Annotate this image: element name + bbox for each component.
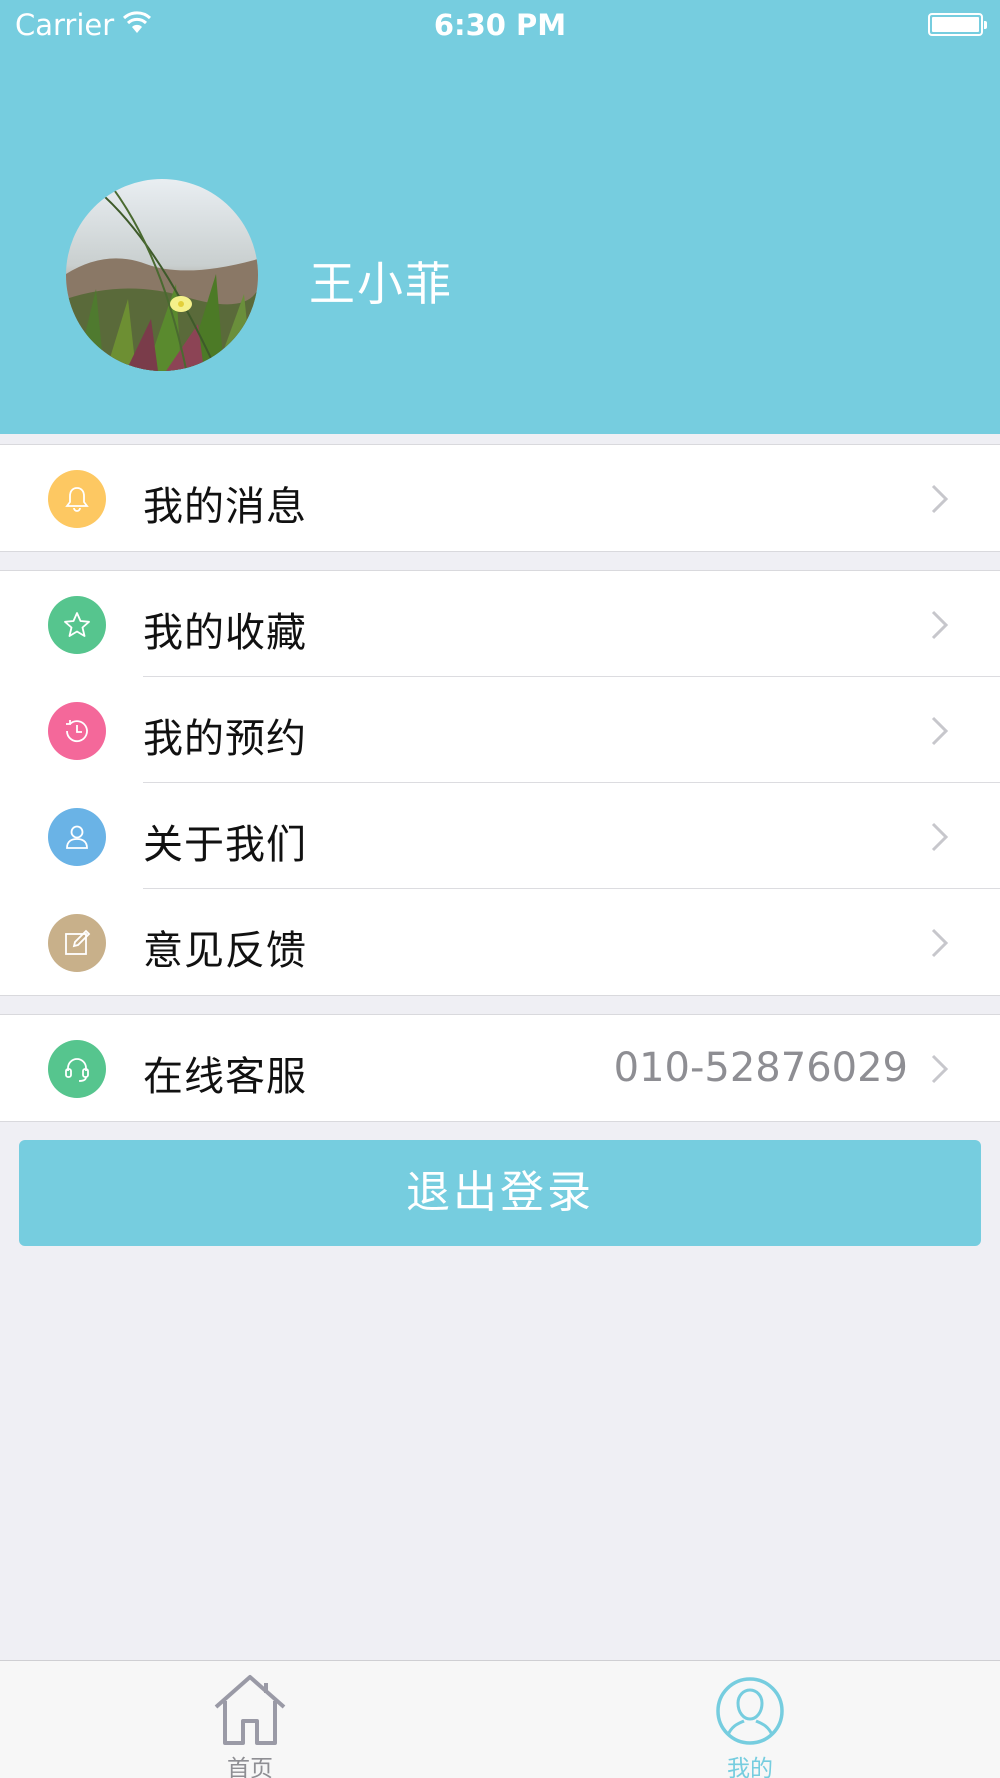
status-time: 6:30 PM [433,8,567,42]
chevron-right-icon [931,716,949,746]
menu-label: 我的预约 [143,716,307,762]
flower-photo-avatar [66,179,258,371]
tab-bar: 首页 我的 [0,1660,1000,1778]
profile-icon [716,1677,784,1745]
profile-screen: Carrier 6:30 PM 王小菲 我的消息 我的收藏 我的预约 关于我们 … [0,0,1000,1778]
edit-icon [48,914,106,972]
tab-mine[interactable]: 我的 [500,1661,1000,1778]
chevron-right-icon [931,484,949,514]
tab-label: 我的 [727,1756,773,1778]
menu-label: 我的消息 [143,484,307,530]
menu-label: 我的收藏 [143,610,307,656]
clock-history-icon [48,702,106,760]
chevron-right-icon [931,1054,949,1084]
tab-label: 首页 [227,1756,273,1778]
menu-row-customer-service[interactable]: 在线客服 010-52876029 [0,1015,1000,1121]
logout-button[interactable]: 退出登录 [19,1140,981,1246]
menu-label: 关于我们 [143,822,307,868]
menu-label: 意见反馈 [143,928,307,974]
headset-icon [48,1040,106,1098]
options-section: 我的收藏 我的预约 关于我们 意见反馈 [0,570,1000,996]
person-icon [48,808,106,866]
home-icon [214,1675,286,1745]
chevron-right-icon [931,928,949,958]
phone-number[interactable]: 010-52876029 [614,1045,908,1091]
menu-row-favorites[interactable]: 我的收藏 [0,571,1000,677]
menu-row-feedback[interactable]: 意见反馈 [0,889,1000,995]
chevron-right-icon [931,822,949,852]
star-icon [48,596,106,654]
status-bar: Carrier 6:30 PM [0,0,1000,50]
tab-home[interactable]: 首页 [0,1661,500,1778]
service-section: 在线客服 010-52876029 [0,1014,1000,1122]
menu-row-messages[interactable]: 我的消息 [0,445,1000,551]
battery-icon [928,13,987,36]
chevron-right-icon [931,610,949,640]
menu-row-about[interactable]: 关于我们 [0,783,1000,889]
bell-icon [48,470,106,528]
profile-header: Carrier 6:30 PM 王小菲 [0,0,1000,434]
messages-section: 我的消息 [0,444,1000,552]
user-name[interactable]: 王小菲 [309,248,453,314]
avatar[interactable] [66,179,258,371]
menu-label: 在线客服 [143,1054,307,1100]
menu-row-appointments[interactable]: 我的预约 [0,677,1000,783]
